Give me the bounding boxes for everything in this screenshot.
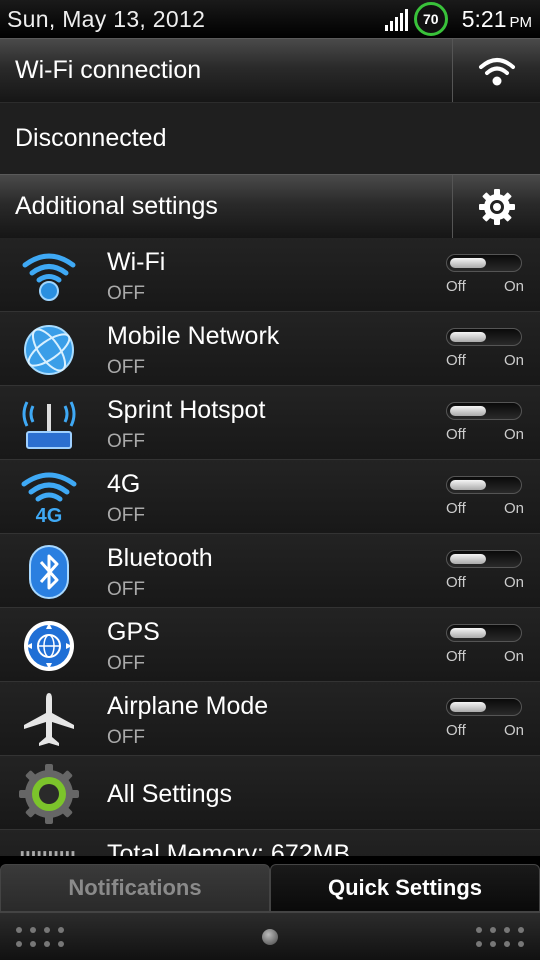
airplane-icon [18,692,80,748]
status-right: 70 5:21 PM [384,0,532,38]
item-name: GPS [107,618,160,646]
item-state: OFF [107,653,145,674]
wifi-toggle[interactable] [446,254,522,272]
list-item-4g[interactable]: 4G 4G OFF Off On [0,460,540,534]
toggle-off-label: Off [446,648,466,665]
list-item-memory[interactable]: Total Memory: 672MB [0,830,540,856]
hotspot-icon [18,396,80,452]
battery-level: 70 [422,11,439,27]
clock-time: 5:21 [461,5,507,32]
bluetooth-toggle[interactable] [446,550,522,568]
additional-settings-bar[interactable]: Additional settings [0,174,540,238]
handle-knob [262,929,278,945]
svg-text:4G: 4G [36,505,63,526]
toggle-on-label: On [504,352,525,369]
grip-dots-right [476,927,524,947]
item-name: 4G [107,470,141,498]
item-name: Mobile Network [107,322,280,350]
globe-icon [18,322,80,378]
toggle-on-label: On [504,574,525,591]
4g-toggle[interactable] [446,476,522,494]
item-name: Wi-Fi [107,248,166,276]
toggle-off-label: Off [446,352,466,369]
memory-icon [18,840,80,856]
item-state: OFF [107,505,145,526]
toggle-on-label: On [504,648,525,665]
toggle-off-label: Off [446,500,466,517]
list-item-mobile-network[interactable]: Mobile Network OFF Off On [0,312,540,386]
airplane-mode-toggle[interactable] [446,698,522,716]
toggle-on-label: On [504,278,525,295]
wifi-icon [18,248,80,304]
list-item-bluetooth[interactable]: Bluetooth OFF Off On [0,534,540,608]
item-state: OFF [107,357,145,378]
quick-settings-list[interactable]: Wi-Fi OFF Off On Mobile Network OFF Off … [0,238,540,856]
bluetooth-icon [18,544,80,600]
item-name: Total Memory: 672MB [107,840,351,856]
wifi-connection-bar[interactable]: Wi-Fi connection [0,38,540,102]
toggle-off-label: Off [446,426,466,443]
toggle-off-label: Off [446,574,466,591]
status-clock: 5:21 PM [462,6,532,33]
item-state: OFF [107,431,145,452]
toggle-on-label: On [504,500,525,517]
bottom-tabs: Notifications Quick Settings [0,864,540,912]
item-name: Sprint Hotspot [107,396,266,424]
toggle-off-label: Off [446,722,466,739]
toggle-off-label: Off [446,278,466,295]
status-date: Sun, May 13, 2012 [7,5,206,32]
mobile-network-toggle[interactable] [446,328,522,346]
wifi-connection-label: Wi-Fi connection [15,56,202,84]
item-name: Airplane Mode [107,692,269,720]
4g-icon: 4G [18,470,80,526]
list-item-sprint-hotspot[interactable]: Sprint Hotspot OFF Off On [0,386,540,460]
drawer-handle[interactable] [0,912,540,960]
settings-gear-icon [18,764,80,824]
gps-toggle[interactable] [446,624,522,642]
list-item-airplane-mode[interactable]: Airplane Mode OFF Off On [0,682,540,756]
additional-settings-label: Additional settings [15,192,218,220]
toggle-on-label: On [504,426,525,443]
wifi-connection-button[interactable] [452,39,540,102]
item-state: OFF [107,727,145,748]
list-item-all-settings[interactable]: All Settings [0,756,540,830]
tab-notifications[interactable]: Notifications [0,864,270,912]
battery-icon: 70 [413,2,448,36]
item-state: OFF [107,579,145,600]
additional-settings-button[interactable] [452,175,540,238]
wifi-icon [478,57,515,85]
connection-status-row: Disconnected [0,102,540,174]
item-name: All Settings [107,780,233,808]
tab-quick-settings[interactable]: Quick Settings [270,864,540,912]
item-name: Bluetooth [107,544,213,572]
list-item-wifi[interactable]: Wi-Fi OFF Off On [0,238,540,312]
sprint-hotspot-toggle[interactable] [446,402,522,420]
toggle-on-label: On [504,722,525,739]
connection-status: Disconnected [15,124,167,152]
list-item-gps[interactable]: GPS OFF Off On [0,608,540,682]
gps-icon [18,618,80,674]
signal-icon [384,7,408,31]
item-state: OFF [107,283,145,304]
status-bar: Sun, May 13, 2012 70 5:21 PM [0,0,540,38]
gear-icon [478,188,515,225]
grip-dots-left [16,927,64,947]
clock-ampm: PM [509,13,533,31]
